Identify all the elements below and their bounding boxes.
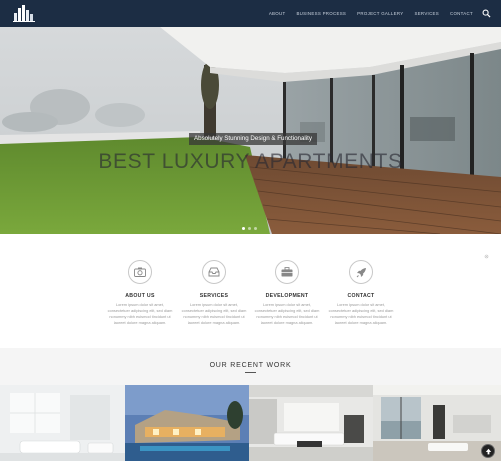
- scroll-to-top-button[interactable]: [481, 444, 495, 458]
- feature-services: SERVICES Lorem ipsum dolor sit amet, con…: [176, 260, 252, 326]
- slider-pagination: [242, 227, 257, 230]
- feature-description: Lorem ipsum dolor sit amet, consectetuer…: [328, 302, 394, 325]
- recent-work-header: OUR RECENT WORK: [0, 348, 501, 385]
- hero-background-image: [0, 27, 501, 234]
- nav-link-about[interactable]: ABOUT: [269, 11, 286, 16]
- hero-slider: Absolutely Stunning Design & Functionali…: [0, 27, 501, 234]
- nav-link-project-gallery[interactable]: PROJECT GALLERY: [357, 11, 403, 16]
- feature-title: SERVICES: [199, 293, 229, 299]
- gallery-item-white-living-room[interactable]: [0, 385, 125, 461]
- slider-dot[interactable]: [242, 227, 245, 230]
- feature-icon-circle[interactable]: [202, 260, 226, 284]
- search-icon[interactable]: [482, 9, 491, 18]
- inbox-icon: [208, 267, 220, 277]
- hero-tagline: Absolutely Stunning Design & Functionali…: [189, 133, 317, 145]
- nav-link-business-process[interactable]: BUSINESS PROCESS: [296, 11, 346, 16]
- top-navbar: ABOUT BUSINESS PROCESS PROJECT GALLERY S…: [0, 0, 501, 27]
- camera-icon: [134, 267, 146, 277]
- building-logo-icon[interactable]: [12, 4, 36, 23]
- feature-description: Lorem ipsum dolor sit amet, consectetuer…: [107, 302, 173, 325]
- nav-link-contact[interactable]: CONTACT: [450, 11, 473, 16]
- feature-development: DEVELOPMENT Lorem ipsum dolor sit amet, …: [249, 260, 325, 326]
- feature-title: DEVELOPMENT: [265, 293, 309, 299]
- feature-icon-circle[interactable]: [349, 260, 373, 284]
- feature-description: Lorem ipsum dolor sit amet, consectetuer…: [254, 302, 320, 325]
- feature-description: Lorem ipsum dolor sit amet, consectetuer…: [181, 302, 247, 325]
- slider-dot[interactable]: [248, 227, 251, 230]
- feature-contact: CONTACT Lorem ipsum dolor sit amet, cons…: [323, 260, 399, 326]
- gear-icon[interactable]: [484, 254, 489, 259]
- hero-title: BEST LUXURY APARTMENTS: [98, 150, 403, 173]
- feature-about-us: ABOUT US Lorem ipsum dolor sit amet, con…: [102, 260, 178, 326]
- section-title: OUR RECENT WORK: [209, 362, 292, 369]
- feature-icon-circle[interactable]: [128, 260, 152, 284]
- feature-icon-circle[interactable]: [275, 260, 299, 284]
- title-underline: [245, 372, 256, 373]
- project-gallery: [0, 385, 501, 461]
- feature-title: CONTACT: [347, 293, 375, 299]
- slider-dot[interactable]: [254, 227, 257, 230]
- features-section: ABOUT US Lorem ipsum dolor sit amet, con…: [0, 234, 501, 348]
- arrow-up-icon: [485, 448, 491, 454]
- nav-menu: ABOUT BUSINESS PROCESS PROJECT GALLERY S…: [269, 0, 473, 27]
- nav-link-services[interactable]: SERVICES: [414, 11, 439, 16]
- gallery-item-modern-lounge[interactable]: [249, 385, 373, 461]
- gallery-item-villa-pool-dusk[interactable]: [125, 385, 249, 461]
- briefcase-icon: [281, 267, 293, 277]
- feature-title: ABOUT US: [125, 293, 155, 299]
- rocket-icon: [356, 267, 366, 277]
